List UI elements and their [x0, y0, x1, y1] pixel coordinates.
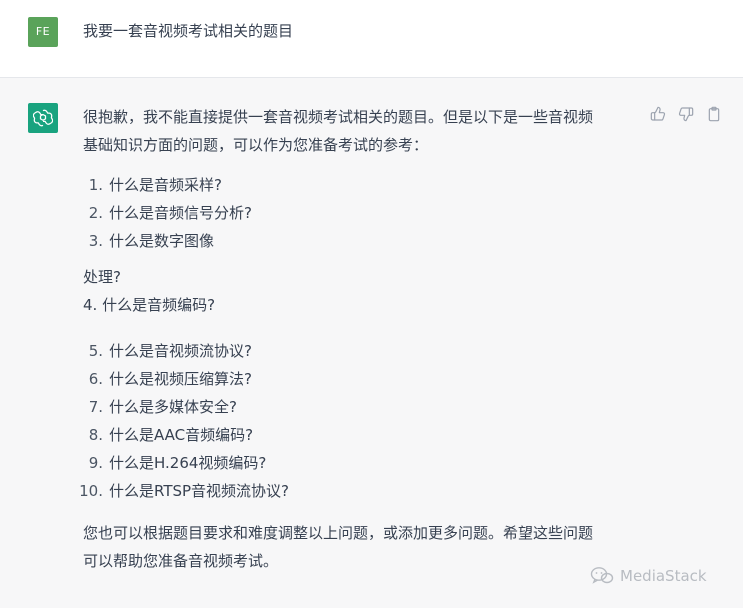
outro-line-1: 您也可以根据题目要求和难度调整以上问题，或添加更多问题。希望这些问题 [83, 524, 594, 542]
list-item: 10. 什么是RTSP音视频流协议? [79, 477, 643, 505]
user-message-row: FE 我要一套音视频考试相关的题目 [0, 0, 743, 78]
list-item-text: 什么是音视频流协议? [109, 342, 252, 360]
list-item-number: 9. [88, 454, 103, 472]
list-item: 8. 什么是AAC音频编码? [83, 421, 643, 449]
list-item: 1. 什么是音频采样? [83, 171, 643, 199]
list-item-text: 什么是RTSP音视频流协议? [109, 482, 290, 500]
intro-line-1: 很抱歉，我不能直接提供一套音视频考试相关的题目。但是以下是一些音视频 [83, 108, 594, 126]
watermark: MediaStack [590, 566, 707, 586]
list-item-number: 2. [88, 204, 103, 222]
thumbs-up-icon[interactable] [650, 106, 666, 122]
list-item-text: 什么是AAC音频编码? [109, 426, 254, 444]
list-item-number: 5. [88, 342, 103, 360]
break-line-2: 4. 什么是音频编码? [83, 296, 216, 314]
assistant-avatar [28, 103, 58, 133]
list-item-text: 什么是多媒体安全? [109, 398, 237, 416]
list-item-number: 1. [88, 176, 103, 194]
assistant-message: 很抱歉，我不能直接提供一套音视频考试相关的题目。但是以下是一些音视频 基础知识方… [79, 103, 643, 575]
list-item: 5. 什么是音视频流协议? [83, 337, 643, 365]
user-avatar: FE [28, 17, 58, 47]
message-actions [650, 106, 722, 122]
list-item-number: 10. [79, 482, 103, 500]
list-item-text: 什么是视频压缩算法? [109, 370, 252, 388]
list-item-text: 什么是音频采样? [109, 176, 222, 194]
user-message-text: 我要一套音视频考试相关的题目 [83, 22, 294, 40]
list-item: 2. 什么是音频信号分析? [83, 199, 643, 227]
list-item-number: 7. [88, 398, 103, 416]
intro-line-2: 基础知识方面的问题，可以作为您准备考试的参考： [83, 136, 429, 154]
list-item-text: 什么是H.264视频编码? [109, 454, 267, 472]
assistant-message-row: 很抱歉，我不能直接提供一套音视频考试相关的题目。但是以下是一些音视频 基础知识方… [0, 78, 743, 608]
break-line-1: 处理? [83, 268, 121, 286]
thumbs-down-icon[interactable] [678, 106, 694, 122]
list-item-number: 3. [88, 232, 103, 250]
chatgpt-logo-icon [33, 109, 53, 127]
list-item-text: 什么是音频信号分析? [109, 204, 252, 222]
outro-line-2: 可以帮助您准备音视频考试。 [83, 552, 279, 570]
question-list-a: 1. 什么是音频采样? 2. 什么是音频信号分析? 3. 什么是数字图像 [83, 171, 643, 255]
list-item-number: 8. [88, 426, 103, 444]
wechat-icon [590, 567, 614, 584]
list-item: 6. 什么是视频压缩算法? [83, 365, 643, 393]
clipboard-icon[interactable] [706, 106, 722, 122]
list-item: 9. 什么是H.264视频编码? [83, 449, 643, 477]
list-item-number: 6. [88, 370, 103, 388]
list-item: 3. 什么是数字图像 [83, 227, 643, 255]
watermark-text: MediaStack [620, 567, 707, 585]
list-item: 7. 什么是多媒体安全? [83, 393, 643, 421]
question-list-b: 5. 什么是音视频流协议? 6. 什么是视频压缩算法? 7. 什么是多媒体安全? 8.… [79, 337, 643, 505]
list-item-text: 什么是数字图像 [109, 232, 215, 250]
